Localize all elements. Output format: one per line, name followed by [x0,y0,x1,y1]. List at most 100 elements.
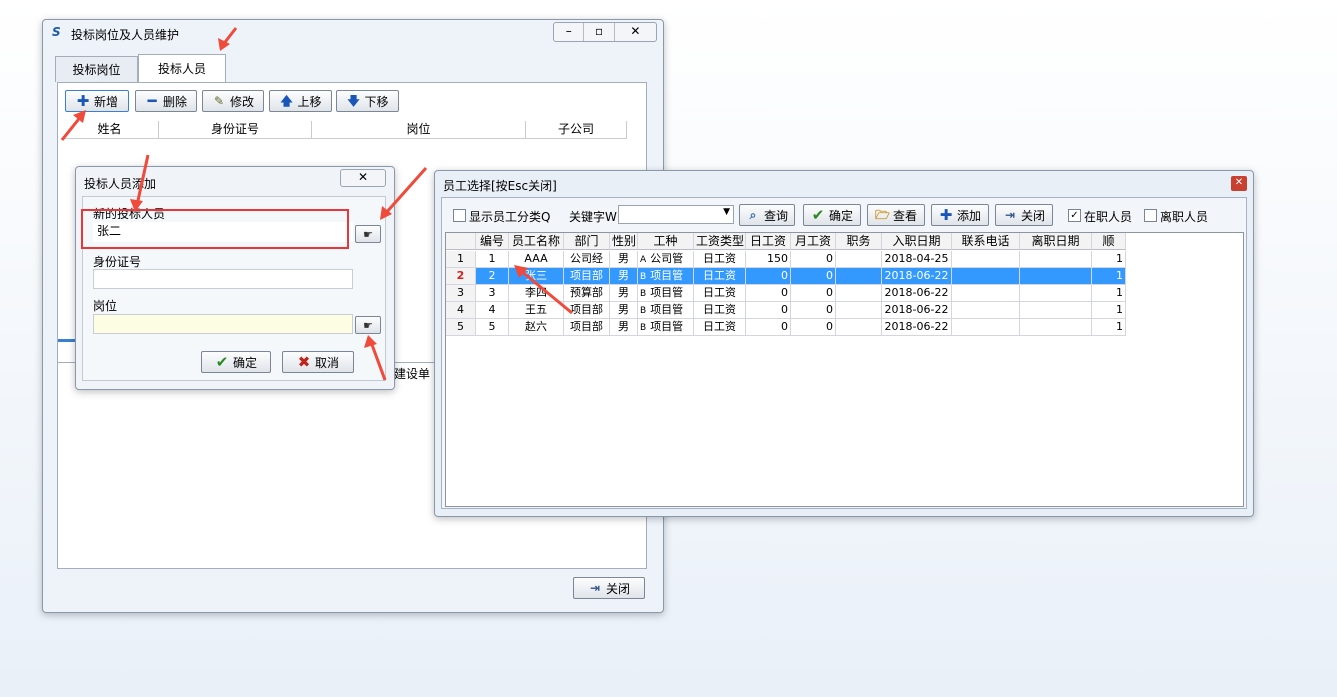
tab-bid-personnel[interactable]: 投标人员 [138,54,226,82]
work-type-code: B [640,272,647,282]
delete-button[interactable]: ━ 删除 [135,90,197,112]
col-name[interactable]: 姓名 [61,121,159,138]
cell-wage_type: 日工资 [694,302,746,319]
cell-work-type: B 项目管 [638,285,694,302]
col-subsidiary[interactable]: 子公司 [526,121,627,138]
col-header-1[interactable]: 编号 [476,233,509,250]
add-dialog-close-button[interactable]: ✕ [340,169,386,187]
checkmark-icon: ✔ [215,353,229,371]
col-header-3[interactable]: 部门 [564,233,610,250]
cell-no: 5 [476,319,509,336]
add-dialog-title: 投标人员添加 [84,177,157,191]
tab-bid-personnel-label: 投标人员 [157,62,206,76]
minimize-icon[interactable]: – [554,23,585,41]
checkmark-icon: ✔ [811,206,825,224]
row-index: 4 [446,302,476,319]
highlight-box [81,209,349,249]
col-header-12[interactable]: 离职日期 [1020,233,1092,250]
row-index: 3 [446,285,476,302]
tab-bid-posts[interactable]: 投标岗位 [55,56,138,82]
edit-button[interactable]: ✎ 修改 [202,90,264,112]
main-close-button[interactable]: ⇥ 关闭 [573,577,645,599]
col-header-4[interactable]: 性别 [610,233,638,250]
on-job-label: 在职人员 [1084,210,1133,224]
col-header-5[interactable]: 工种 [638,233,694,250]
close-icon[interactable]: ✕ [615,23,656,41]
cell-order: 1 [1092,302,1126,319]
cell-sex: 男 [610,319,638,336]
col-id[interactable]: 身份证号 [159,121,312,138]
cell-post [836,268,882,285]
pointing-hand-icon: ☛ [363,318,373,332]
col-post[interactable]: 岗位 [312,121,526,138]
dialog-cancel-button-label: 取消 [314,355,339,370]
post-input[interactable] [93,314,353,334]
cross-icon: ✖ [297,353,311,371]
id-number-label: 身份证号 [93,255,142,269]
cell-no: 1 [476,251,509,268]
add-personnel-dialog: 投标人员添加 ✕ 新的投标人员 张二 ☛ 身份证号 岗位 ☛ ✔ 确定 ✖ 取消 [75,166,395,390]
work-type-code: A [640,255,647,265]
cell-date: 2018-06-22 [882,302,952,319]
lower-panel-fragment: 建设单 [394,367,431,381]
employee-window-close-button[interactable]: ✕ [1231,176,1247,191]
col-header-13[interactable]: 顺 [1092,233,1126,250]
keyword-select[interactable]: ▼ [618,205,734,224]
main-titlebar: S 投标岗位及人员维护 – ▫ ✕ [43,20,663,46]
cell-wage_type: 日工资 [694,268,746,285]
window-controls: – ▫ ✕ [553,22,657,42]
cell-date: 2018-06-22 [882,285,952,302]
cell-leave [1020,319,1092,336]
employee-toolbar: 显示员工分类Q 关键字W ▼ ⌕ 查询 ✔ 确定 🗁 查看 ✚ 添加 ⇥ 关闭 … [442,198,1246,230]
dialog-ok-button[interactable]: ✔ 确定 [201,351,271,373]
col-header-7[interactable]: 日工资 [746,233,791,250]
move-down-button[interactable]: 🡇 下移 [336,90,399,112]
cell-post [836,319,882,336]
left-job-label: 离职人员 [1160,210,1209,224]
col-header-8[interactable]: 月工资 [791,233,836,250]
cell-no: 4 [476,302,509,319]
maximize-icon[interactable]: ▫ [584,23,615,41]
employee-add-button[interactable]: ✚ 添加 [931,204,989,226]
col-header-10[interactable]: 入职日期 [882,233,952,250]
query-button-label: 查询 [763,208,788,223]
view-button[interactable]: 🗁 查看 [867,204,925,226]
cell-order: 1 [1092,319,1126,336]
chevron-down-icon: ▼ [723,207,730,217]
confirm-button[interactable]: ✔ 确定 [803,204,861,226]
add-button[interactable]: ✚ 新增 [65,90,129,112]
select-person-button[interactable]: ☛ [355,225,381,243]
cell-monthly: 0 [791,285,836,302]
row-index: 1 [446,251,476,268]
cell-dept: 项目部 [564,302,610,319]
cell-no: 2 [476,268,509,285]
cell-sex: 男 [610,268,638,285]
move-up-button[interactable]: 🡅 上移 [269,90,332,112]
cell-work-type: B 项目管 [638,268,694,285]
col-header-9[interactable]: 职务 [836,233,882,250]
work-type-name: 公司管 [650,252,684,265]
cell-leave [1020,268,1092,285]
col-header-2[interactable]: 员工名称 [509,233,564,250]
move-up-button-label: 上移 [297,94,322,109]
on-job-checkbox[interactable]: ✓ [1068,209,1081,222]
col-header-6[interactable]: 工资类型 [694,233,746,250]
cell-order: 1 [1092,251,1126,268]
query-button[interactable]: ⌕ 查询 [739,204,795,226]
employee-close-button[interactable]: ⇥ 关闭 [995,204,1053,226]
minus-icon: ━ [147,92,157,110]
col-header-11[interactable]: 联系电话 [952,233,1020,250]
plus-icon: ✚ [939,206,953,224]
left-job-checkbox[interactable] [1144,209,1157,222]
id-number-input[interactable] [93,269,353,289]
cell-phone [952,285,1020,302]
dialog-cancel-button[interactable]: ✖ 取消 [282,351,354,373]
cell-name: 张三 [509,268,564,285]
cell-daily: 0 [746,285,791,302]
select-post-button[interactable]: ☛ [355,316,381,334]
work-type-code: B [640,323,647,333]
show-category-checkbox[interactable] [453,209,466,222]
search-icon: ⌕ [749,208,757,222]
header-corner [446,233,476,250]
show-category-label: 显示员工分类Q [469,210,551,224]
